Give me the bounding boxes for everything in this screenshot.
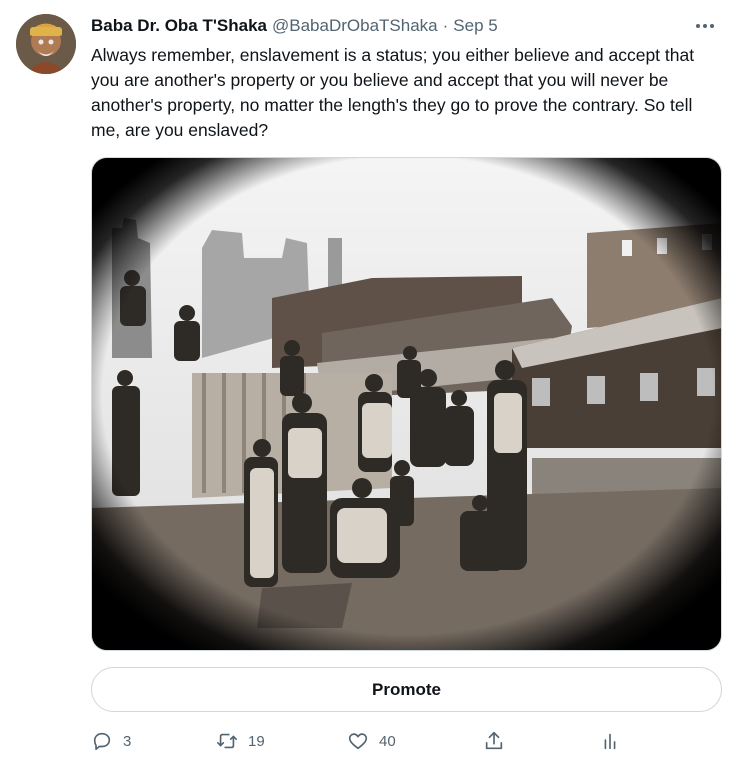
author-name[interactable]: Baba Dr. Oba T'Shaka [91, 16, 267, 36]
reply-count: 3 [123, 732, 132, 750]
share-icon [485, 731, 503, 750]
like-count: 40 [379, 732, 396, 750]
promote-button[interactable]: Promote [91, 667, 722, 712]
tweet-photo[interactable] [91, 157, 722, 651]
tweet[interactable]: Baba Dr. Oba T'Shaka @BabaDrObaTShaka · … [0, 0, 742, 766]
analytics-button[interactable] [599, 726, 621, 756]
more-icon[interactable] [690, 14, 720, 38]
avatar[interactable] [16, 14, 76, 74]
retweet-button[interactable]: 19 [216, 726, 265, 756]
separator-dot: · [442, 16, 449, 35]
reply-icon [93, 732, 111, 751]
like-button[interactable]: 40 [347, 726, 396, 756]
tweet-text: Always remember, enslavement is a status… [91, 45, 695, 140]
share-button[interactable] [483, 726, 505, 756]
like-icon [348, 733, 368, 750]
tweet-actions: 3 19 40 [91, 726, 631, 756]
tweet-header: Baba Dr. Oba T'Shaka @BabaDrObaTShaka · … [91, 14, 726, 38]
analytics-icon [604, 733, 616, 750]
retweet-count: 19 [248, 732, 265, 750]
retweet-icon [217, 733, 237, 749]
author-handle[interactable]: @BabaDrObaTShaka [272, 16, 438, 36]
reply-button[interactable]: 3 [91, 726, 131, 756]
tweet-date[interactable]: Sep 5 [453, 16, 497, 36]
